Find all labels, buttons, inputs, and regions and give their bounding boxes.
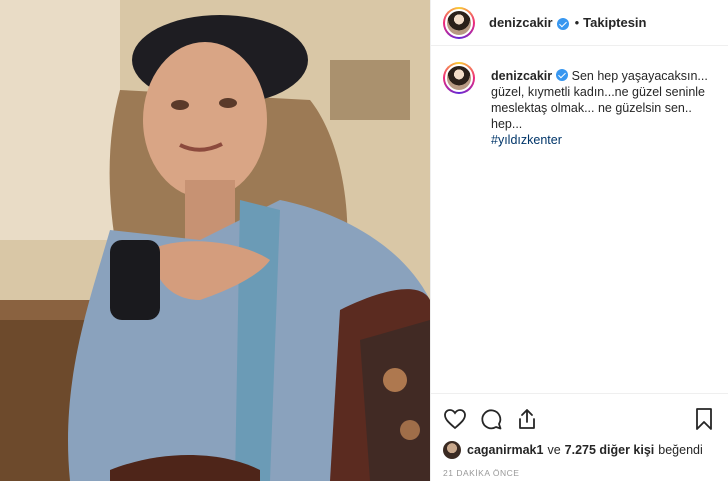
action-icons	[443, 401, 716, 437]
author-username[interactable]: denizcakir	[489, 15, 553, 30]
post-timestamp[interactable]: 21 DAKİKA ÖNCE	[443, 468, 716, 478]
hashtag-link[interactable]: #yıldızkenter	[491, 132, 716, 148]
author-avatar[interactable]	[443, 6, 475, 39]
verified-badge-icon	[556, 17, 569, 30]
heart-icon[interactable]	[443, 407, 467, 431]
verified-badge-icon	[556, 69, 569, 81]
post-photo[interactable]	[0, 0, 430, 481]
likes-connector: ve	[547, 443, 561, 457]
caption-username[interactable]: denizcakir	[491, 69, 552, 83]
likes-suffix: beğendi	[658, 443, 703, 457]
comment-icon[interactable]	[479, 407, 503, 431]
likes-summary: caganirmak1 ve 7.275 diğer kişi beğendi	[443, 441, 716, 459]
instagram-post: denizcakir • Takiptesin denizcakir Sen h…	[0, 0, 728, 481]
caption-text-block: denizcakir Sen hep yaşayacaksın... güzel…	[491, 68, 716, 148]
follow-status-button[interactable]: Takiptesin	[583, 15, 646, 30]
first-liker-username[interactable]: caganirmak1	[467, 443, 543, 457]
post-caption: denizcakir Sen hep yaşayacaksın... güzel…	[431, 46, 728, 148]
portrait-illustration	[0, 0, 430, 481]
liker-avatar[interactable]	[443, 441, 461, 459]
bookmark-icon[interactable]	[692, 407, 716, 431]
post-actions: caganirmak1 ve 7.275 diğer kişi beğendi …	[431, 393, 728, 481]
caption-avatar[interactable]	[443, 62, 475, 94]
header-separator: •	[574, 15, 580, 30]
post-header: denizcakir • Takiptesin	[431, 0, 728, 46]
share-icon[interactable]	[515, 407, 539, 431]
other-likes-count[interactable]: 7.275 diğer kişi	[565, 443, 655, 457]
post-sidebar: denizcakir • Takiptesin denizcakir Sen h…	[430, 0, 728, 481]
